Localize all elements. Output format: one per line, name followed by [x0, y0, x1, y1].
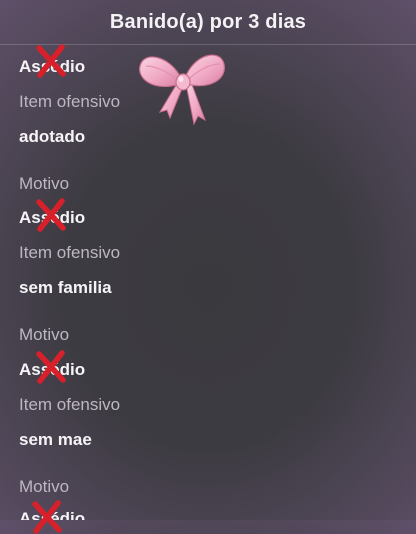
item-label: Item ofensivo	[19, 395, 121, 414]
red-x-icon	[34, 44, 68, 78]
item-value: sem familia	[19, 278, 112, 297]
ban-title: Banido(a) por 3 dias	[109, 10, 307, 33]
reason-label: Motivo	[19, 325, 70, 344]
reason-label: Motivo	[19, 174, 70, 193]
reason-label: Motivo	[19, 477, 70, 496]
header-bar: Banido(a) por 3 dias	[0, 0, 416, 45]
item-value: sem mae	[19, 430, 92, 449]
item-label: Item ofensivo	[19, 243, 121, 262]
red-x-icon	[30, 500, 64, 534]
red-x-icon	[34, 350, 68, 384]
pink-bow-icon	[134, 44, 230, 130]
item-label: Item ofensivo	[19, 92, 121, 111]
red-x-icon	[34, 198, 68, 232]
item-value: adotado	[19, 127, 86, 146]
